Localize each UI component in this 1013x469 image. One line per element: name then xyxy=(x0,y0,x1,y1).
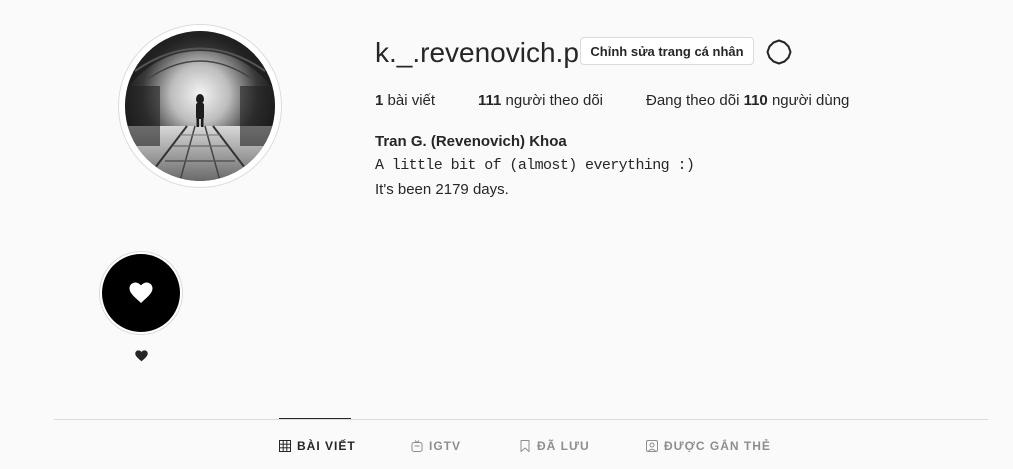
tab-tagged-label: ĐƯỢC GẮN THẺ xyxy=(664,439,771,453)
tab-saved-label: ĐÃ LƯU xyxy=(537,439,590,453)
following-suffix: người dùng xyxy=(771,92,850,109)
followers-count: 111 xyxy=(478,92,502,109)
tabs-divider xyxy=(54,419,988,420)
heart-label-icon xyxy=(134,350,148,362)
profile-bio-line-2: It's been 2179 days. xyxy=(375,181,509,198)
tab-posts-label: BÀI VIẾT xyxy=(297,439,356,453)
stat-followers[interactable]: 111 người theo dõi xyxy=(478,91,603,111)
following-count: 110 xyxy=(743,92,768,109)
following-prefix: Đang theo dõi xyxy=(646,92,740,109)
profile-bio-line-1: A little bit of (almost) everything :) xyxy=(375,157,695,174)
grid-icon xyxy=(279,440,291,452)
edit-profile-button[interactable]: Chỉnh sửa trang cá nhân xyxy=(580,37,754,65)
tab-saved[interactable]: ĐÃ LƯU xyxy=(519,436,590,456)
avatar[interactable] xyxy=(125,31,275,181)
posts-label: bài viết xyxy=(387,92,436,109)
active-tab-indicator xyxy=(279,418,351,419)
bookmark-icon xyxy=(520,440,530,452)
posts-count: 1 xyxy=(375,92,384,109)
igtv-icon xyxy=(411,440,423,452)
stat-posts: 1 bài viết xyxy=(375,91,435,111)
followers-label: người theo dõi xyxy=(505,92,603,109)
tab-posts[interactable]: BÀI VIẾT xyxy=(279,436,356,456)
avatar-image xyxy=(125,31,275,181)
tab-igtv-label: IGTV xyxy=(429,439,462,453)
highlight-label: ♥ xyxy=(130,348,152,364)
profile-full-name: Tran G. (Revenovich) Khoa xyxy=(375,133,567,150)
tagged-icon xyxy=(646,440,658,452)
story-highlight[interactable] xyxy=(102,254,180,332)
heart-icon xyxy=(129,282,153,303)
settings-gear-icon[interactable] xyxy=(766,39,792,65)
profile-username: k._.revenovich.p xyxy=(375,37,579,68)
tab-tagged[interactable]: ĐƯỢC GẮN THẺ xyxy=(646,436,771,456)
tab-igtv[interactable]: IGTV xyxy=(411,436,461,456)
stat-following[interactable]: Đang theo dõi 110 người dùng xyxy=(646,91,849,111)
